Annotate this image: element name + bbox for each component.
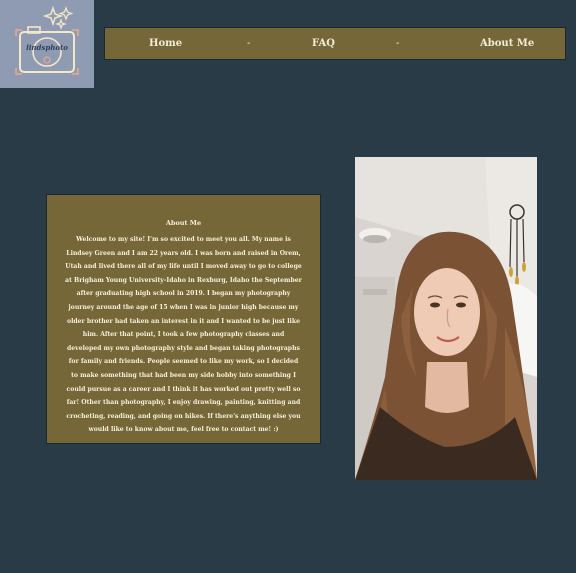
- nav-home[interactable]: Home: [149, 28, 182, 59]
- portrait-image: [355, 157, 537, 480]
- about-me-panel: About Me Welcome to my site! I'm so exci…: [46, 194, 321, 444]
- nav-faq[interactable]: FAQ: [312, 28, 335, 59]
- logo-text: lindsphoto: [26, 43, 68, 52]
- logo[interactable]: lindsphoto: [0, 0, 94, 88]
- nav-about-me[interactable]: About Me: [480, 28, 534, 59]
- nav-separator: -: [396, 38, 400, 49]
- about-title: About Me: [165, 219, 202, 227]
- main-nav: Home - FAQ - About Me: [104, 27, 566, 60]
- profile-photo: [355, 157, 537, 480]
- about-body: Welcome to my site! I'm so excited to me…: [65, 236, 302, 434]
- nav-separator: -: [247, 38, 251, 49]
